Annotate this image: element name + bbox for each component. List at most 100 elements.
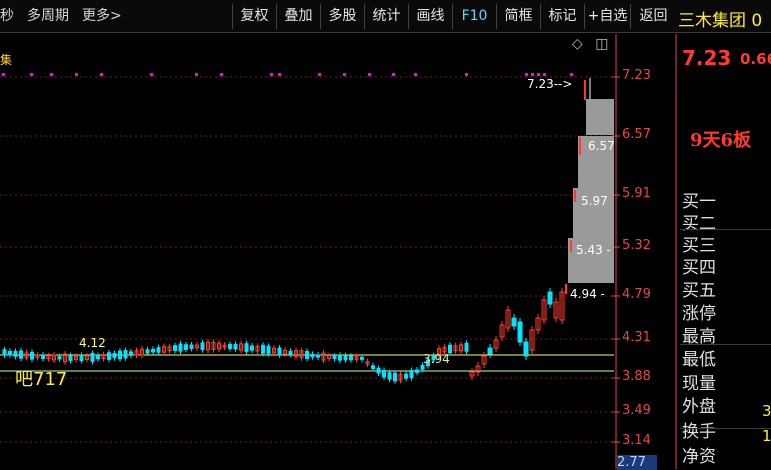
candle-body [316, 354, 320, 358]
candle-body [404, 373, 408, 379]
candle-body [107, 352, 111, 360]
quote-label: 最低 [682, 350, 716, 370]
y-tick-label: 3.88 [622, 369, 651, 384]
candle-body [277, 347, 282, 356]
diamond-icon[interactable]: ◇ [572, 36, 583, 52]
quote-divider [680, 428, 771, 429]
candle-body [250, 345, 254, 351]
candle-body [112, 352, 117, 359]
candle-body [118, 350, 122, 360]
candle-body [266, 345, 271, 355]
candle-body [41, 354, 45, 359]
candle-body [310, 353, 315, 358]
quote-value-turnover: 1 [762, 427, 771, 445]
candle-body [145, 349, 150, 354]
candle-body [189, 344, 194, 349]
candle-body [464, 342, 469, 352]
quote-label: 买五 [682, 281, 716, 301]
candle-body [420, 364, 425, 370]
quote-label: 涨停 [682, 304, 716, 324]
quote-label: 现量 [682, 374, 716, 394]
quote-label: 外盘 [682, 397, 716, 417]
window-icon[interactable]: ◫ [595, 36, 608, 52]
y-tick-label: 2.77 [617, 455, 657, 470]
candle-body [415, 369, 419, 373]
candle-body [79, 354, 84, 362]
signal-dot [100, 73, 103, 76]
y-tick-label: 6.57 [622, 127, 651, 142]
candle-body [393, 372, 397, 382]
quote-divider [680, 229, 771, 230]
candle-body [547, 291, 553, 305]
signal-dot [543, 73, 546, 76]
y-tick-label: 7.23 [622, 68, 651, 83]
candle-body [244, 343, 249, 352]
signal-dot [465, 73, 468, 76]
candle-body [8, 350, 12, 356]
signal-dot [570, 73, 573, 76]
y-tick-label: 5.32 [622, 238, 651, 253]
signal-dot [368, 73, 371, 76]
candle-body [360, 356, 364, 360]
quote-label: 净资 [682, 447, 716, 467]
candle-body [200, 342, 205, 350]
right-line-label: 3.94 [423, 352, 450, 366]
y-tick-label: 5.91 [622, 186, 651, 201]
quote-value-outer-volume: 3 [762, 402, 771, 420]
limit-up-block [586, 99, 614, 135]
signal-dot [343, 73, 346, 76]
candle-body [517, 321, 523, 343]
signal-dot [278, 73, 281, 76]
indicator-label: 集 [0, 53, 13, 67]
candle-body [288, 350, 293, 355]
signal-dot [318, 73, 321, 76]
signal-dot [525, 73, 528, 76]
candle-body [129, 351, 133, 356]
watermark-text: 吧717 [15, 369, 68, 390]
candle-body [338, 354, 342, 361]
y-tick-label: 3.49 [622, 403, 651, 418]
candle-body [68, 355, 73, 361]
candle-body [332, 355, 337, 360]
signal-dot [220, 73, 223, 76]
candle-body [349, 355, 353, 361]
signal-dot [2, 73, 5, 76]
y-tick-label: 4.79 [622, 287, 651, 302]
candle-body [409, 370, 414, 379]
candle-body [511, 317, 517, 327]
box-label: 5.97 [581, 194, 608, 208]
limit-up-block [568, 258, 614, 283]
candle-body [184, 344, 188, 350]
candle-body [96, 354, 100, 360]
candle-body [305, 350, 309, 359]
candle-body [173, 345, 177, 352]
signal-dot [195, 73, 198, 76]
limit-up-tag: 9天6板 [690, 130, 752, 151]
candle-body [387, 372, 392, 380]
left-line-label: 4.12 [79, 336, 106, 350]
signal-dot [30, 73, 33, 76]
candle-body [90, 352, 95, 362]
candle-body [156, 347, 161, 353]
signal-dot [531, 73, 534, 76]
candle-body [261, 344, 265, 354]
candle-body [343, 355, 348, 361]
candle-body [376, 368, 381, 374]
price-change: 0.66 [740, 50, 771, 68]
y-tick-label: 4.31 [622, 330, 651, 345]
candle-body [371, 365, 375, 369]
box-label: 4.94 - [570, 287, 605, 301]
candle-body [13, 350, 18, 357]
candle-body [382, 370, 386, 378]
signal-dot [392, 73, 395, 76]
signal-dot [150, 73, 153, 76]
quote-divider [680, 344, 771, 345]
chart-icons: ◇ ◫ [572, 36, 608, 52]
signal-dot [75, 73, 78, 76]
box-label: 6.57 [588, 139, 615, 153]
signal-dot [414, 73, 417, 76]
signal-dot [50, 73, 53, 76]
candle-body [19, 350, 23, 359]
candle-body [123, 350, 128, 359]
candle-body [57, 356, 62, 360]
